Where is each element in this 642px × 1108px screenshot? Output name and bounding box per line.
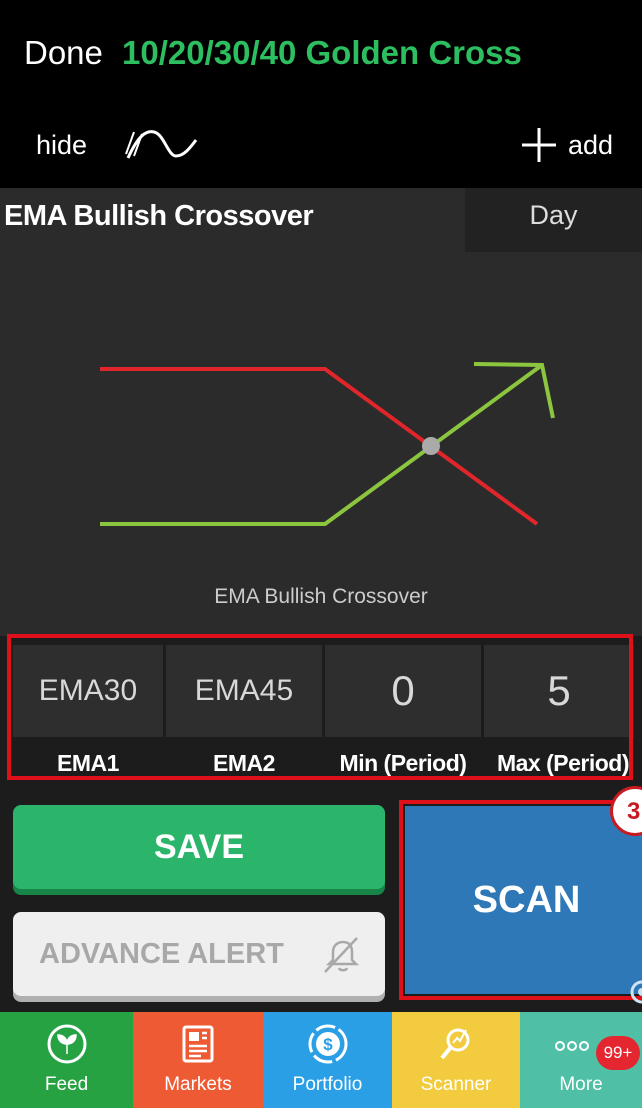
plus-icon[interactable] [520,126,558,164]
bearish-line [100,367,539,526]
nav-label: Markets [164,1074,232,1095]
newspaper-icon [182,1025,214,1063]
nav-label: More [559,1074,603,1095]
feed-leaf-icon [47,1024,86,1064]
svg-text:$: $ [323,1035,333,1054]
nav-feed[interactable]: Feed [0,1012,133,1108]
scan-corner-icon [630,980,642,1004]
add-button[interactable]: add [568,130,613,161]
wave-curve-icon[interactable] [124,126,200,164]
bullish-line [100,363,544,526]
advance-alert-label: ADVANCE ALERT [39,938,284,970]
arrow-head-icon [473,362,555,419]
save-label: SAVE [153,828,245,866]
scan-title: 10/20/30/40 Golden Cross [122,34,522,71]
scan-highlight-box [399,800,642,1000]
nav-label: Feed [44,1074,89,1095]
timeframe-selector[interactable]: Day [465,188,642,252]
crossover-diagram [100,362,555,526]
advance-alert-button[interactable]: ADVANCE ALERT [13,912,385,996]
dollar-circle-icon: $ [308,1024,347,1064]
done-button[interactable]: Done [24,34,103,72]
hide-button[interactable]: hide [36,130,87,161]
notification-count: 99+ [603,1043,633,1062]
diagram-caption: EMA Bullish Crossover [214,585,428,608]
nav-portfolio[interactable]: $ Portfolio [263,1012,392,1108]
params-highlight-box [7,634,633,780]
nav-markets[interactable]: Markets [133,1012,263,1108]
save-button[interactable]: SAVE [13,805,385,889]
notification-badge: 99+ [596,1036,640,1070]
magnifier-chart-icon [440,1028,470,1060]
bell-off-icon [324,937,360,973]
nav-label: Portfolio [292,1074,363,1095]
more-dots-icon [555,1041,589,1051]
nav-label: Scanner [420,1074,492,1095]
step-number: 3 [627,798,641,825]
condition-title: EMA Bullish Crossover [4,200,314,232]
timeframe-label: Day [529,200,578,230]
nav-scanner[interactable]: Scanner [392,1012,520,1108]
cross-point [422,437,440,455]
